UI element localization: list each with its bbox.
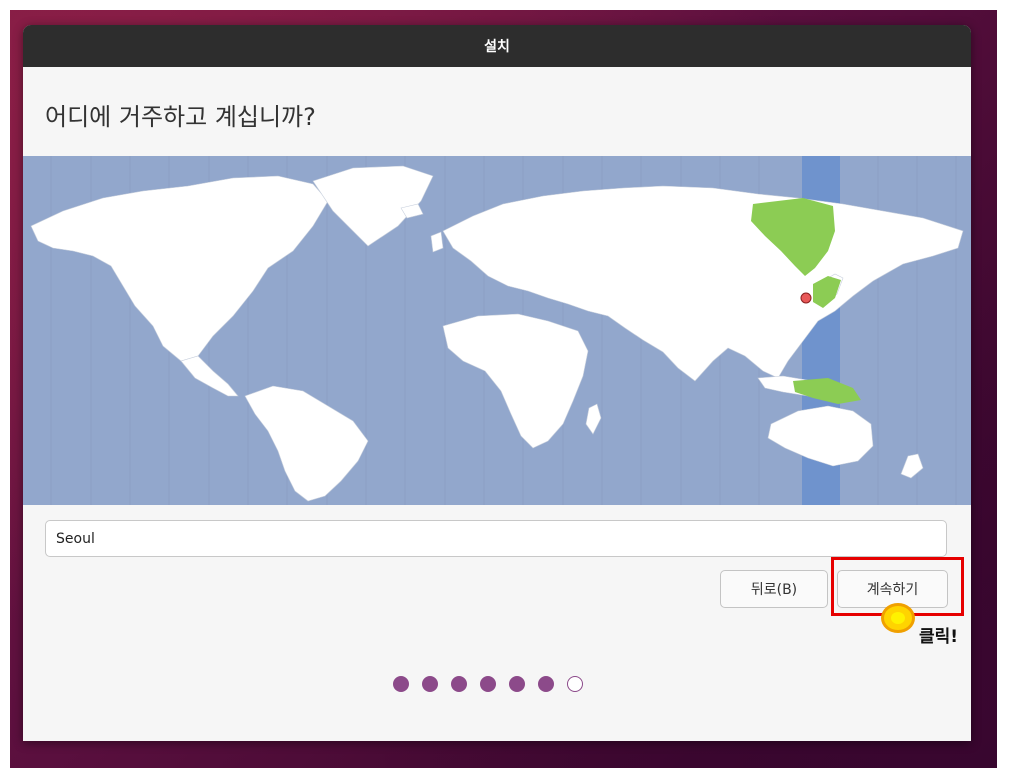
click-marker-icon <box>881 603 915 633</box>
timezone-location-field[interactable] <box>45 520 947 557</box>
window-titlebar: 설치 <box>23 25 971 67</box>
installer-window: 설치 어디에 거주하고 계십니까? Seoul 뒤로(B) 계속하기 <box>23 25 971 741</box>
progress-dot <box>422 676 438 692</box>
timezone-map[interactable] <box>23 156 971 505</box>
location-pin <box>800 292 812 304</box>
progress-dot <box>451 676 467 692</box>
progress-dot-current <box>567 676 583 692</box>
progress-dot <box>480 676 496 692</box>
british-isles-landmass <box>430 231 444 253</box>
page-title: 어디에 거주하고 계십니까? <box>45 103 316 131</box>
progress-dot <box>538 676 554 692</box>
window-title: 설치 <box>484 39 510 55</box>
annotation-click-label: 클릭! <box>919 627 959 647</box>
click-marker-center <box>891 612 905 624</box>
progress-dot <box>509 676 525 692</box>
back-button[interactable]: 뒤로(B) <box>720 570 828 608</box>
progress-dots <box>393 676 583 692</box>
progress-dot <box>393 676 409 692</box>
continue-button[interactable]: 계속하기 <box>837 570 948 608</box>
